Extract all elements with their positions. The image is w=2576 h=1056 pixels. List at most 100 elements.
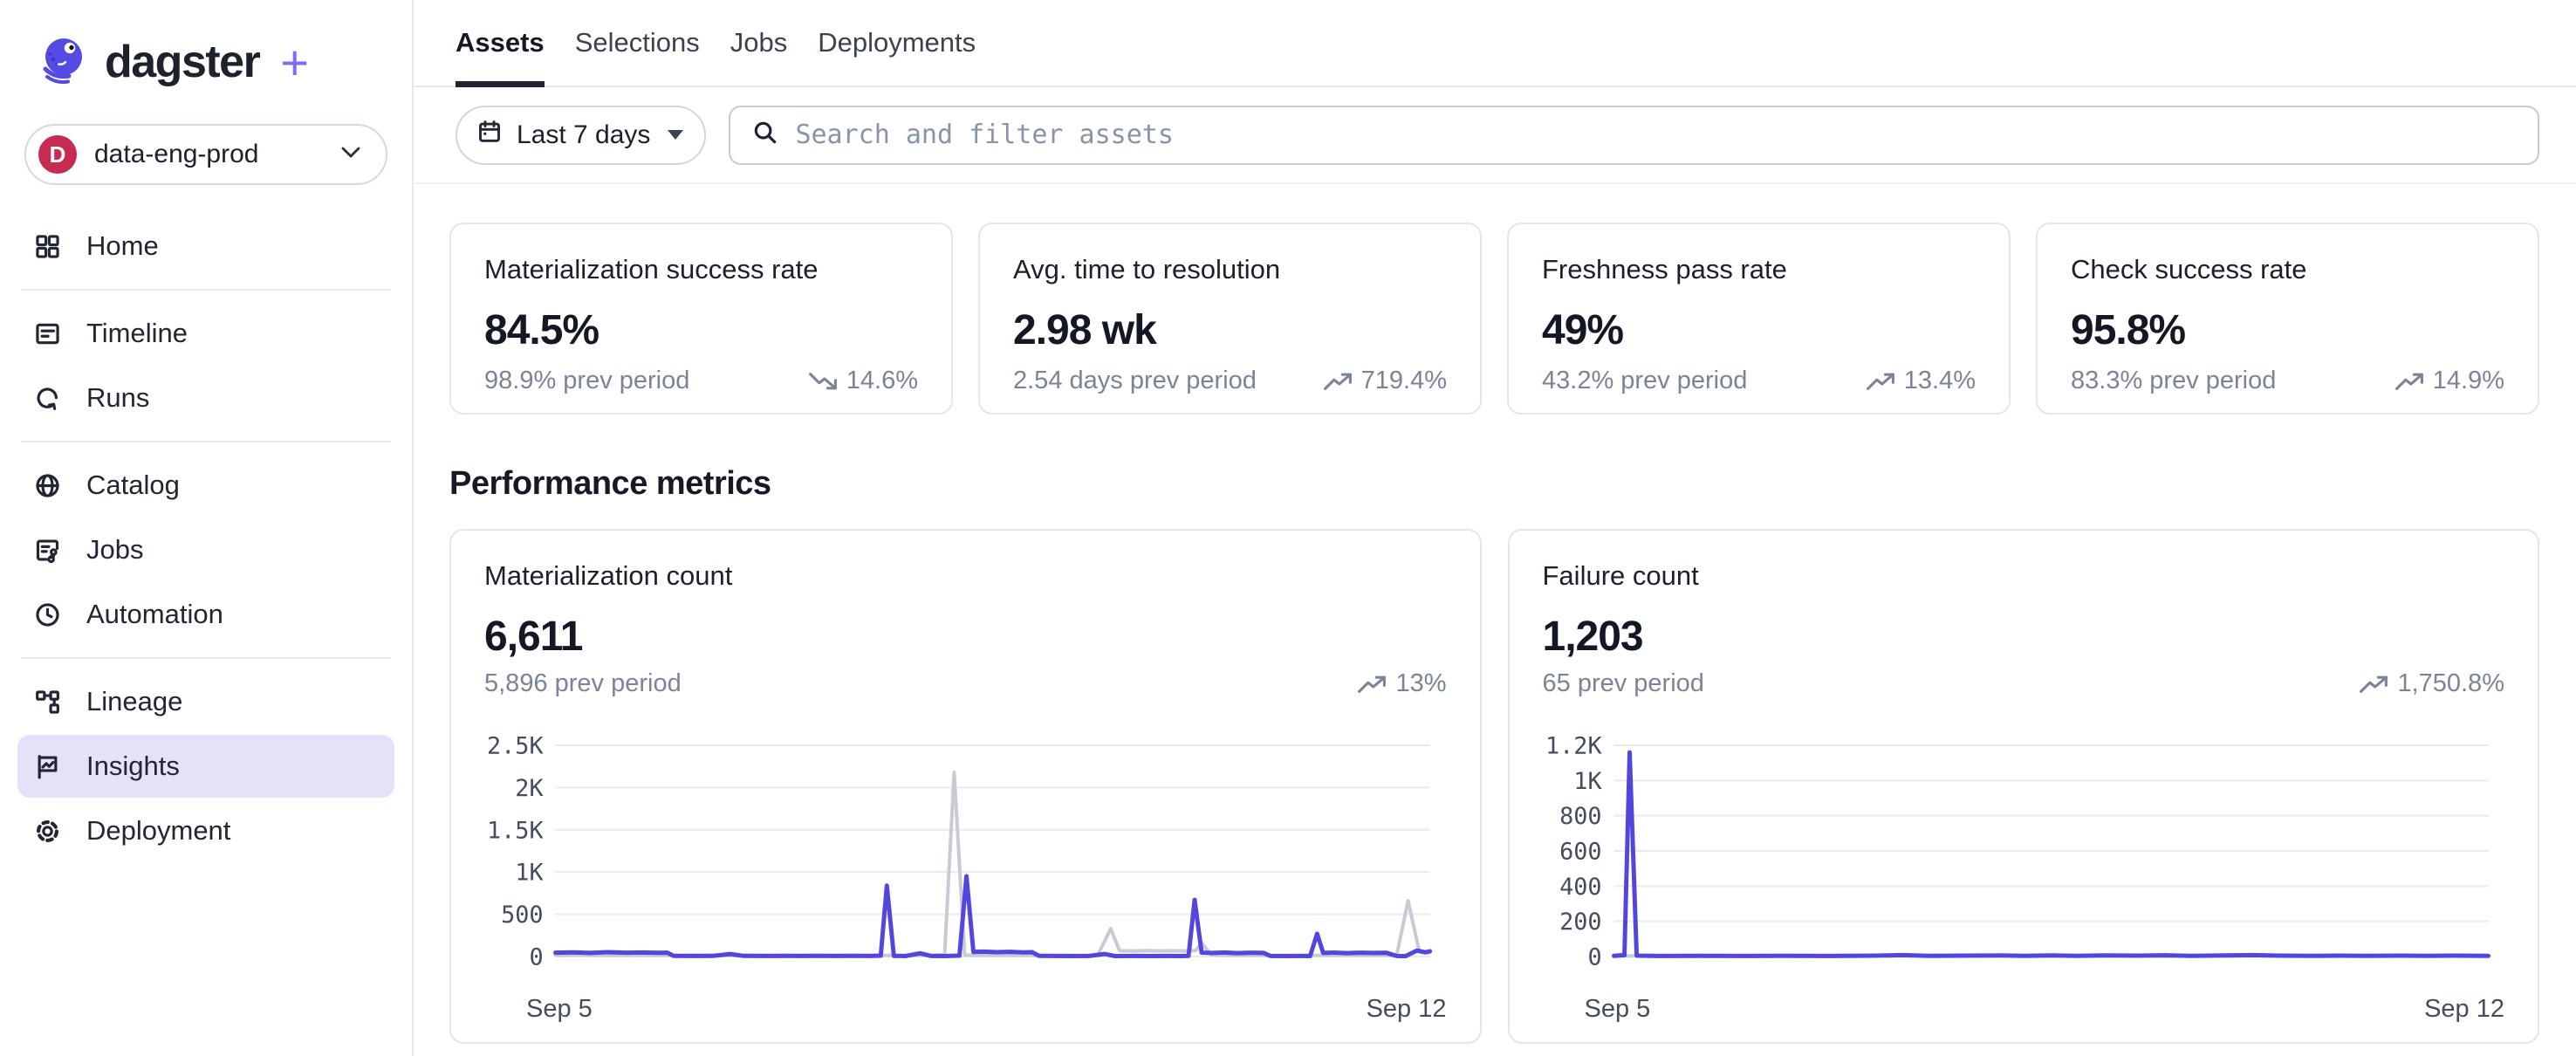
chart-title: Materialization count — [484, 560, 1447, 592]
insights-icon — [33, 752, 62, 781]
metric-title: Avg. time to resolution — [1013, 254, 1447, 285]
timeline-icon — [33, 319, 62, 348]
svg-text:0: 0 — [1587, 943, 1601, 970]
top-tabbar: Assets Selections Jobs Deployments — [414, 0, 2576, 87]
svg-text:200: 200 — [1559, 909, 1601, 936]
sidebar-item-deployment[interactable]: Deployment — [17, 799, 394, 862]
chart-prev-period: 65 prev period — [1543, 669, 1704, 698]
chart-change: 1,750.8% — [2397, 669, 2504, 698]
sidebar: dagster + D data-eng-prod Home Timeline … — [0, 0, 414, 1056]
metric-card-avg-time-to-resolution: Avg. time to resolution 2.98 wk 2.54 day… — [978, 223, 1482, 415]
caret-down-icon — [668, 130, 683, 140]
metric-trend: 13.4% — [1866, 367, 1976, 395]
metric-prev-period: 2.54 days prev period — [1013, 367, 1257, 395]
sidebar-item-runs[interactable]: Runs — [17, 367, 394, 429]
svg-text:1K: 1K — [1573, 768, 1602, 795]
tab-deployments[interactable]: Deployments — [818, 0, 976, 86]
chevron-down-icon — [340, 146, 361, 164]
metric-value: 49% — [1542, 306, 1976, 354]
metric-value: 2.98 wk — [1013, 306, 1447, 354]
sidebar-item-label: Home — [86, 230, 159, 262]
svg-text:2.5K: 2.5K — [487, 732, 544, 759]
page-content: Materialization success rate 84.5% 98.9%… — [414, 184, 2576, 1044]
section-heading-performance-metrics: Performance metrics — [449, 465, 2539, 503]
sidebar-item-label: Automation — [86, 599, 223, 630]
trend-up-icon — [1866, 371, 1895, 392]
dagster-octopus-icon — [35, 32, 91, 93]
sidebar-item-jobs[interactable]: Jobs — [17, 518, 394, 581]
chart-trend: 13% — [1357, 669, 1446, 698]
main-area: Assets Selections Jobs Deployments Last … — [414, 0, 2576, 1056]
sidebar-item-label: Deployment — [86, 815, 230, 847]
trend-up-icon — [1357, 674, 1387, 695]
app-root: dagster + D data-eng-prod Home Timeline … — [0, 0, 2576, 1056]
metric-prev-period: 43.2% prev period — [1542, 367, 1747, 395]
calendar-icon — [476, 119, 503, 152]
sidebar-item-automation[interactable]: Automation — [17, 583, 394, 646]
svg-text:600: 600 — [1559, 838, 1601, 865]
trend-up-icon — [2394, 371, 2424, 392]
chart-prev-period: 5,896 prev period — [484, 669, 682, 698]
x-axis-end-label: Sep 12 — [2424, 995, 2504, 1024]
svg-text:1.5K: 1.5K — [487, 817, 544, 844]
chart-value: 6,611 — [484, 613, 1447, 661]
chart-trend: 1,750.8% — [2359, 669, 2504, 698]
x-axis-start-label: Sep 5 — [1585, 995, 1651, 1024]
metric-trend: 719.4% — [1323, 367, 1447, 395]
chart-card-failure-count: Failure count 1,203 65 prev period 1,750… — [1508, 529, 2540, 1044]
runs-icon — [33, 384, 62, 413]
chart-card-row: Materialization count 6,611 5,896 prev p… — [449, 529, 2539, 1044]
sidebar-item-label: Insights — [86, 751, 180, 782]
deployment-avatar: D — [38, 135, 77, 174]
metric-title: Check success rate — [2071, 254, 2504, 285]
tab-jobs[interactable]: Jobs — [730, 0, 787, 86]
metric-change: 13.4% — [1904, 367, 1976, 395]
trend-up-icon — [1323, 371, 1353, 392]
metric-card-check-success-rate: Check success rate 95.8% 83.3% prev peri… — [2036, 223, 2539, 415]
sidebar-item-label: Timeline — [86, 318, 188, 349]
jobs-icon — [33, 536, 62, 565]
chart-value: 1,203 — [1543, 613, 2505, 661]
chart-title: Failure count — [1543, 560, 2505, 592]
filter-bar: Last 7 days — [414, 87, 2576, 184]
sidebar-item-lineage[interactable]: Lineage — [17, 670, 394, 733]
grid-icon — [33, 232, 62, 261]
sidebar-item-insights[interactable]: Insights — [17, 735, 394, 798]
sidebar-divider — [21, 657, 391, 659]
metric-card-materialization-success-rate: Materialization success rate 84.5% 98.9%… — [449, 223, 953, 415]
tab-assets[interactable]: Assets — [456, 0, 545, 86]
tab-selections[interactable]: Selections — [575, 0, 700, 86]
metric-card-row: Materialization success rate 84.5% 98.9%… — [449, 223, 2539, 415]
sidebar-item-label: Lineage — [86, 686, 182, 717]
metric-trend: 14.6% — [808, 367, 918, 395]
svg-text:0: 0 — [529, 943, 543, 970]
sidebar-item-catalog[interactable]: Catalog — [17, 454, 394, 517]
trend-up-icon — [2359, 674, 2388, 695]
svg-text:1.2K: 1.2K — [1545, 732, 1601, 759]
date-range-label: Last 7 days — [517, 120, 650, 150]
search-input[interactable] — [795, 120, 2517, 150]
metric-change: 14.6% — [846, 367, 918, 395]
sidebar-item-home[interactable]: Home — [17, 215, 394, 278]
gear-icon — [33, 817, 62, 846]
metric-card-freshness-pass-rate: Freshness pass rate 49% 43.2% prev perio… — [1507, 223, 2011, 415]
svg-text:400: 400 — [1559, 874, 1601, 901]
line-chart-failure-count: 02004006008001K1.2K — [1543, 728, 2505, 981]
metric-title: Freshness pass rate — [1542, 254, 1976, 285]
chart-change: 13% — [1395, 669, 1446, 698]
svg-text:2K: 2K — [515, 775, 544, 802]
brand-logo[interactable]: dagster + — [0, 31, 412, 93]
search-box — [729, 106, 2539, 165]
deployment-selector[interactable]: D data-eng-prod — [24, 124, 387, 185]
catalog-icon — [33, 471, 62, 500]
metric-change: 14.9% — [2433, 367, 2504, 395]
metric-value: 84.5% — [484, 306, 918, 354]
sidebar-nav: Home Timeline Runs Catalog Jobs — [0, 215, 412, 862]
sidebar-item-timeline[interactable]: Timeline — [17, 302, 394, 365]
metric-prev-period: 83.3% prev period — [2071, 367, 2276, 395]
svg-text:500: 500 — [501, 902, 543, 929]
sidebar-divider — [21, 441, 391, 442]
date-range-button[interactable]: Last 7 days — [456, 106, 706, 165]
trend-down-icon — [808, 371, 838, 392]
metric-title: Materialization success rate — [484, 254, 918, 285]
